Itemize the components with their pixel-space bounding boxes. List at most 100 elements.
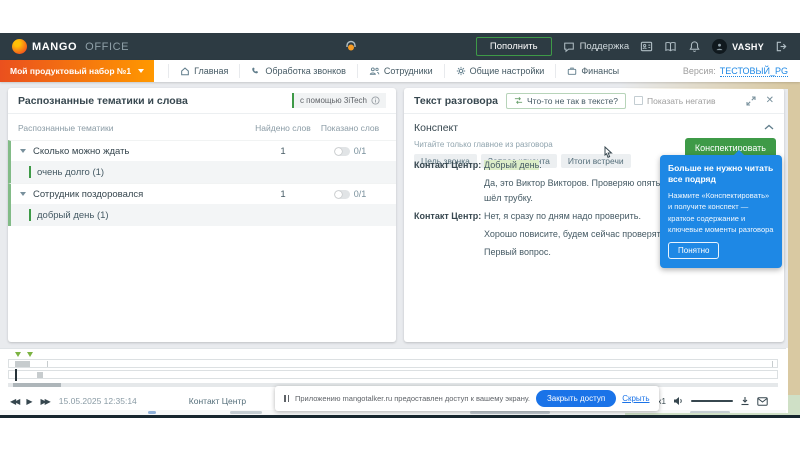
rewind-button[interactable]: ◀◀ [10, 397, 20, 406]
screenshare-text: Приложению mangotalker.ru предоставлен д… [295, 394, 530, 403]
brand-name: MANGO [32, 40, 78, 53]
mouse-cursor-icon [604, 146, 613, 158]
3itech-badge-label: с помощью 3iTech [299, 96, 367, 105]
people-icon [369, 66, 380, 76]
word-row[interactable]: добрый день (1) [8, 204, 396, 226]
tab-employees[interactable]: Сотрудники [356, 64, 444, 78]
swap-arrows-icon [514, 97, 523, 104]
column-found: Найдено слов [255, 123, 311, 133]
summary-title: Конспект [414, 122, 459, 134]
waveform-track-1[interactable] [8, 359, 778, 368]
caret-down-icon [20, 149, 26, 153]
column-shown: Показано слов [320, 123, 380, 133]
word-row[interactable]: очень долго (1) [8, 161, 396, 183]
tab-home[interactable]: Главная [168, 64, 239, 78]
product-selector-label: Мой продуктовый набор №1 [10, 66, 132, 76]
track-speaker-label: Контакт Центр [188, 396, 247, 406]
transcript-title: Текст разговора [414, 94, 498, 107]
report-text-issue-label: Что-то не так в тексте? [526, 95, 618, 106]
show-words-toggle[interactable] [333, 146, 350, 156]
topup-button[interactable]: Пополнить [475, 37, 552, 56]
phone-icon [251, 66, 261, 76]
word-marker [29, 166, 31, 178]
app-header: MANGO OFFICE Пополнить Поддержка VASHY [0, 33, 800, 60]
topic-shown-count: 0/1 [353, 146, 367, 156]
volume-slider[interactable] [691, 400, 733, 402]
word-marker [29, 209, 31, 221]
background-window-strip [788, 395, 800, 415]
support-label: Поддержка [579, 41, 630, 52]
word-label: добрый день (1) [37, 209, 109, 221]
transcript-panel: Текст разговора Что-то не так в тексте? … [404, 88, 784, 342]
hide-banner-link[interactable]: Скрыть [622, 394, 649, 403]
show-words-toggle[interactable] [333, 189, 350, 199]
word-label: очень долго (1) [37, 166, 105, 178]
logout-icon[interactable] [775, 40, 788, 53]
screenshare-banner: Приложению mangotalker.ru предоставлен д… [275, 386, 659, 411]
3itech-badge: с помощью 3iTech [291, 93, 386, 108]
email-icon[interactable] [757, 396, 768, 406]
play-button[interactable]: ▶ [26, 397, 32, 406]
chat-icon [563, 41, 575, 53]
close-icon[interactable]: ✕ [766, 95, 774, 106]
word-marker-icon[interactable] [15, 352, 21, 357]
topics-table-header: Распознанные тематики Найдено слов Показ… [8, 114, 396, 140]
tab-calls[interactable]: Обработка звонков [239, 64, 357, 78]
column-topics: Распознанные тематики [18, 123, 114, 133]
expand-icon[interactable] [746, 95, 756, 106]
avatar [712, 39, 728, 54]
content-area: Распознанные тематики и слова с помощью … [0, 82, 788, 348]
user-menu[interactable]: VASHY [712, 39, 764, 54]
tooltip-ok-button[interactable]: Понятно [668, 242, 720, 260]
tab-settings[interactable]: Общие настройки [443, 64, 556, 78]
pause-icon[interactable] [284, 395, 289, 402]
playhead[interactable] [15, 369, 17, 381]
scrollbar-thumb[interactable] [13, 383, 61, 387]
topic-shown-count: 0/1 [353, 189, 367, 199]
tab-finance[interactable]: Финансы [555, 64, 630, 78]
topic-row[interactable]: Сотрудник поздоровался 1 0/1 [8, 183, 396, 204]
user-name: VASHY [732, 41, 764, 52]
mango-logo-icon [12, 39, 27, 54]
briefcase-icon [567, 66, 577, 76]
speaker-label: Контакт Центр: [414, 160, 482, 170]
window-bottom-edge [0, 415, 800, 418]
support-button[interactable]: Поддержка [563, 41, 630, 53]
topics-panel: Распознанные тематики и слова с помощью … [8, 88, 396, 342]
contact-card-icon[interactable] [640, 40, 653, 53]
speaker-label: Контакт Центр: [414, 211, 482, 221]
home-icon [180, 66, 190, 76]
topic-row[interactable]: Сколько можно ждать 1 0/1 [8, 140, 396, 161]
product-selector[interactable]: Мой продуктовый набор №1 [0, 60, 155, 82]
speaker-label [414, 245, 484, 260]
playback-speed[interactable]: x1 [658, 397, 666, 406]
background-window-edge [620, 82, 788, 89]
background-window-strip [788, 82, 800, 395]
mango-office-logo: MANGO OFFICE [12, 39, 129, 54]
waveform-track-2[interactable] [8, 369, 778, 381]
version-link[interactable]: ТЕСТОВЫЙ_PG [719, 66, 788, 77]
report-text-issue-button[interactable]: Что-то не так в тексте? [505, 92, 626, 109]
version-label: Версия: [682, 66, 716, 76]
topic-found-count: 1 [280, 145, 286, 157]
word-marker-icon[interactable] [27, 352, 33, 357]
stop-sharing-button[interactable]: Закрыть доступ [535, 390, 617, 407]
tab-label: Обработка звонков [265, 66, 346, 76]
checkbox-icon [634, 96, 643, 105]
volume-icon[interactable] [673, 396, 684, 406]
book-icon[interactable] [664, 40, 677, 53]
tab-label: Сотрудники [383, 66, 433, 76]
nav-bar: Мой продуктовый набор №1 Главная Обработ… [0, 60, 800, 82]
speaker-label [414, 176, 484, 206]
record-datetime: 15.05.2025 12:35:14 [58, 396, 137, 406]
collapse-icon[interactable] [764, 124, 774, 130]
gear-icon [456, 66, 466, 76]
bell-icon[interactable] [688, 40, 701, 53]
show-negative-checkbox[interactable]: Показать негатив [634, 96, 716, 106]
caret-down-icon [20, 192, 26, 196]
fast-forward-button[interactable]: ▶▶ [40, 397, 50, 406]
highlighted-phrase: Добрый день [484, 160, 540, 170]
topic-label: Сколько можно ждать [33, 145, 130, 157]
info-icon[interactable] [371, 96, 380, 105]
download-icon[interactable] [740, 396, 750, 406]
